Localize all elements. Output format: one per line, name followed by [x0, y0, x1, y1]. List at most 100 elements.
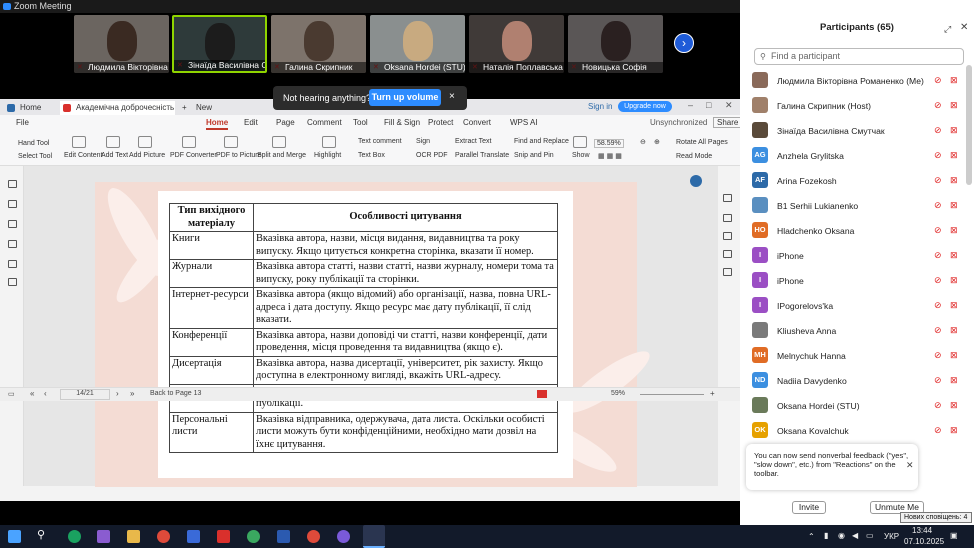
video-tile[interactable]: ✕ Людмила Вікторівна ...: [74, 15, 169, 73]
participant-row[interactable]: Зінаїда Василівна Смутчак ⊘ ⊠: [752, 122, 967, 147]
next-page-icon[interactable]: ›: [116, 389, 119, 398]
close-icon[interactable]: ✕: [725, 100, 733, 111]
copilot-icon[interactable]: [97, 530, 110, 543]
prev-page-icon[interactable]: ‹: [44, 389, 47, 398]
turn-up-volume-button[interactable]: Turn up volume: [369, 89, 441, 106]
keyboard-icon[interactable]: ▭: [866, 531, 874, 540]
zoom-in-icon[interactable]: ⊕: [654, 138, 660, 146]
zoom-percent[interactable]: 59%: [611, 390, 625, 397]
text-box-button[interactable]: Text Box: [358, 152, 385, 159]
text-comment-button[interactable]: Text comment: [358, 138, 402, 145]
zoom-slider[interactable]: [640, 394, 704, 395]
close-icon[interactable]: ✕: [906, 461, 914, 470]
help-icon[interactable]: [723, 214, 732, 222]
volume-icon[interactable]: ◀: [852, 531, 858, 540]
pdf-converter-button[interactable]: PDF Converter: [170, 152, 217, 159]
participant-row[interactable]: ND Nadiia Davydenko ⊘ ⊠: [752, 372, 967, 397]
participant-row[interactable]: AG Anzhela Grylitska ⊘ ⊠: [752, 147, 967, 172]
attachment-icon[interactable]: [8, 240, 17, 248]
participant-row[interactable]: Kliusheva Anna ⊘ ⊠: [752, 322, 967, 347]
view-icons[interactable]: ▦▦▦: [598, 152, 624, 160]
close-icon[interactable]: ×: [449, 91, 455, 102]
windows-start-icon[interactable]: [8, 530, 21, 543]
zoom-plus-icon[interactable]: +: [710, 389, 715, 398]
signature-icon[interactable]: [8, 260, 17, 268]
last-page-icon[interactable]: »: [130, 389, 134, 398]
split-merge-button[interactable]: Split and Merge: [257, 152, 306, 159]
participant-row[interactable]: Галина Скрипник (Host) ⊘ ⊠: [752, 97, 967, 122]
read-mode-button[interactable]: Read Mode: [676, 153, 712, 160]
menu-page[interactable]: Page: [276, 118, 295, 127]
ocr-pdf-button[interactable]: OCR PDF: [416, 152, 448, 159]
tab-home[interactable]: Home: [4, 101, 60, 115]
participant-row[interactable]: B1 Serhii Lukianenko ⊘ ⊠: [752, 197, 967, 222]
invite-button[interactable]: Invite: [792, 501, 826, 514]
opera-icon[interactable]: [217, 530, 230, 543]
maximize-icon[interactable]: □: [706, 100, 711, 110]
sign-in-link[interactable]: Sign in: [588, 102, 612, 111]
highlight-button[interactable]: Highlight: [314, 152, 341, 159]
find-replace-button[interactable]: Find and Replace: [514, 138, 569, 145]
grid-icon[interactable]: [723, 268, 732, 276]
pdf-to-picture-button[interactable]: PDF to Picture: [216, 152, 262, 159]
hand-tool-button[interactable]: Hand Tool: [18, 140, 49, 147]
minimize-icon[interactable]: –: [688, 100, 693, 110]
comment-icon[interactable]: [8, 220, 17, 228]
export-icon[interactable]: [723, 250, 732, 258]
participant-search-input[interactable]: Find a participant: [754, 48, 964, 65]
network-icon[interactable]: ◉: [838, 531, 845, 540]
clock-date[interactable]: 07.10.2025: [904, 537, 944, 546]
chrome-alt-icon[interactable]: [307, 530, 320, 543]
menu-file[interactable]: File: [16, 118, 29, 127]
menu-protect[interactable]: Protect: [428, 118, 453, 127]
search-icon[interactable]: ⚲: [37, 528, 50, 541]
layers-icon[interactable]: [8, 278, 17, 286]
gallery-next-button[interactable]: ›: [674, 33, 694, 53]
participant-row[interactable]: I IPogorelovs'ka ⊘ ⊠: [752, 297, 967, 322]
sidebar-toggle-icon[interactable]: ▭: [8, 390, 15, 398]
settings-icon[interactable]: [723, 232, 732, 240]
clock-time[interactable]: 13:44: [912, 526, 932, 535]
tray-chevron-icon[interactable]: ⌃: [808, 532, 815, 541]
menu-tool[interactable]: Tool: [353, 118, 368, 127]
zoom-taskbar-icon[interactable]: [363, 525, 385, 548]
menu-fill-sign[interactable]: Fill & Sign: [384, 118, 420, 127]
participant-row[interactable]: Oksana Hordei (STU) ⊘ ⊠: [752, 397, 967, 422]
menu-convert[interactable]: Convert: [463, 118, 491, 127]
back-to-page-link[interactable]: Back to Page 13: [150, 390, 201, 397]
menu-comment[interactable]: Comment: [307, 118, 342, 127]
thumbnail-icon[interactable]: [8, 200, 17, 208]
participant-row[interactable]: HO Hladchenko Oksana ⊘ ⊠: [752, 222, 967, 247]
show-button[interactable]: Show: [572, 152, 590, 159]
participant-row[interactable]: MH Melnychuk Hanna ⊘ ⊠: [752, 347, 967, 372]
first-page-icon[interactable]: «: [30, 389, 34, 398]
participant-row[interactable]: IiPhone ⊘ ⊠: [752, 247, 967, 272]
parallel-translate-button[interactable]: Parallel Translate: [455, 152, 509, 159]
tab-new[interactable]: + New: [180, 101, 220, 115]
select-tool-button[interactable]: Select Tool: [18, 153, 52, 160]
file-explorer-icon[interactable]: [127, 530, 140, 543]
chrome-icon[interactable]: [157, 530, 170, 543]
extract-text-button[interactable]: Extract Text: [455, 138, 491, 145]
rotate-button[interactable]: Rotate All Pages: [676, 139, 728, 146]
language-indicator[interactable]: УКР: [884, 532, 899, 541]
menu-home[interactable]: Home: [206, 118, 229, 130]
translate-float-icon[interactable]: [690, 175, 702, 187]
zoom-select[interactable]: 58.59%: [594, 139, 624, 148]
zoom-out-icon[interactable]: ⊖: [640, 138, 646, 146]
app-icon[interactable]: [187, 530, 200, 543]
participant-row[interactable]: AF Arina Fozekosh ⊘ ⊠: [752, 172, 967, 197]
menu-edit[interactable]: Edit: [244, 118, 258, 127]
edge-icon[interactable]: [68, 530, 81, 543]
play-icon[interactable]: [537, 390, 547, 398]
sign-button[interactable]: Sign: [416, 138, 430, 145]
video-tile-active-speaker[interactable]: ✕ Зінаїда Василівна Смутчак: [172, 15, 267, 73]
participant-row[interactable]: Людмила Вікторівна Романенко (Me) ⊘ ⊠: [752, 72, 967, 97]
edit-content-button[interactable]: Edit Content: [64, 152, 103, 159]
video-tile[interactable]: ✕ Галина Скрипник: [271, 15, 366, 73]
menu-wps-ai[interactable]: WPS AI: [510, 118, 538, 127]
search-icon[interactable]: [723, 194, 732, 202]
page-number-input[interactable]: 14/21: [60, 389, 110, 400]
video-tile[interactable]: ✕ Новицька Софія: [568, 15, 663, 73]
add-text-button[interactable]: Add Text: [101, 152, 128, 159]
